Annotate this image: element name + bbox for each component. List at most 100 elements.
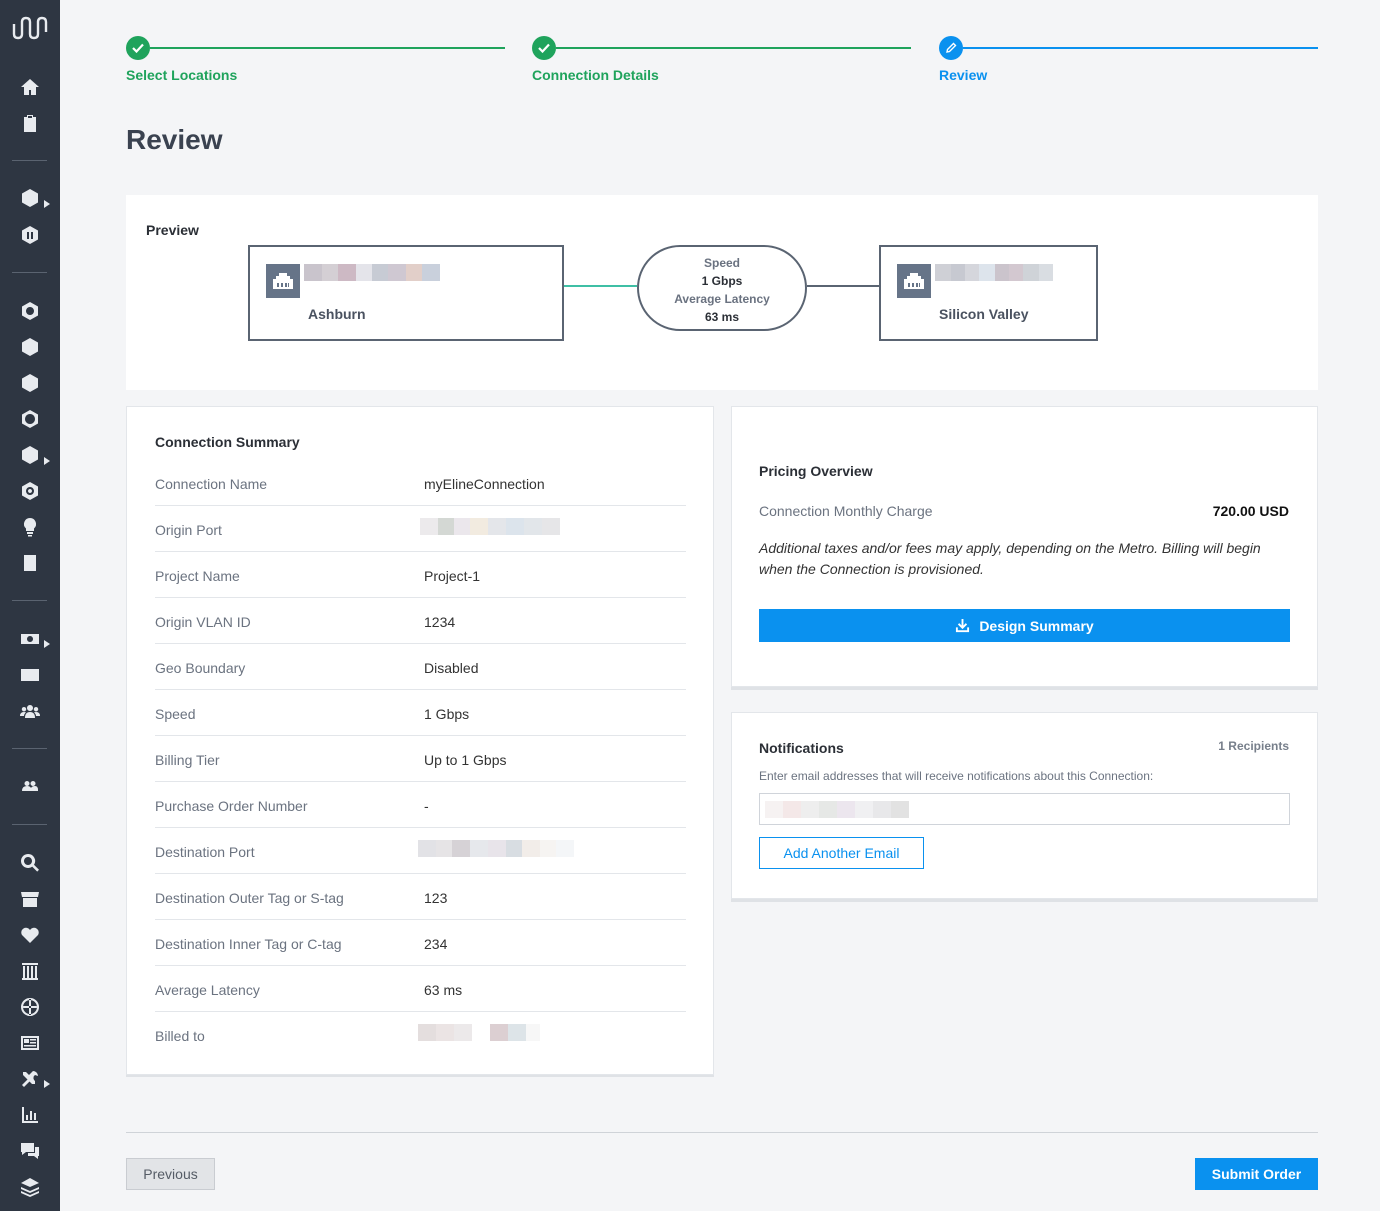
summary-label: Destination Outer Tag or S-tag xyxy=(155,890,344,906)
summary-value: Disabled xyxy=(424,660,479,676)
store-icon[interactable] xyxy=(19,888,41,910)
ethernet-port-icon xyxy=(897,264,931,298)
summary-title: Connection Summary xyxy=(155,434,300,450)
redacted-email xyxy=(765,801,909,818)
datacenter-icon[interactable] xyxy=(19,960,41,982)
origin-location-box: Ashburn xyxy=(248,245,564,341)
globe-icon[interactable] xyxy=(19,996,41,1018)
caret-right-icon[interactable] xyxy=(44,635,50,648)
previous-button[interactable]: Previous xyxy=(126,1158,215,1190)
health-icon[interactable] xyxy=(19,924,41,946)
home-icon[interactable] xyxy=(19,76,41,98)
checkmark-icon xyxy=(126,36,150,60)
hexagon-arrow-icon[interactable] xyxy=(19,336,41,358)
sidebar-divider xyxy=(12,748,47,749)
caret-right-icon[interactable] xyxy=(44,195,50,208)
power-icon[interactable] xyxy=(19,480,41,502)
preview-title: Preview xyxy=(146,222,199,238)
summary-label: Average Latency xyxy=(155,982,260,998)
add-another-email-button[interactable]: Add Another Email xyxy=(759,837,924,869)
summary-value: 63 ms xyxy=(424,982,463,998)
latency-label: Average Latency xyxy=(674,292,770,306)
notifications-help: Enter email addresses that will receive … xyxy=(759,769,1154,783)
report-icon[interactable] xyxy=(19,1104,41,1126)
redacted-value xyxy=(420,518,560,535)
destination-link-line xyxy=(807,285,879,287)
summary-row: Billed to xyxy=(155,1012,686,1058)
hexagon-globe-icon[interactable] xyxy=(19,408,41,430)
summary-value: - xyxy=(424,798,429,814)
summary-label: Geo Boundary xyxy=(155,660,246,676)
sidebar-divider xyxy=(12,160,47,161)
cube-icon[interactable] xyxy=(19,224,41,246)
hexagon-network-icon[interactable] xyxy=(19,300,41,322)
users-icon[interactable] xyxy=(19,700,41,722)
sidebar-divider xyxy=(12,824,47,825)
summary-row: Destination Port xyxy=(155,828,686,874)
step-connector xyxy=(963,47,1318,49)
chat-icon[interactable] xyxy=(19,1140,41,1162)
caret-right-icon[interactable] xyxy=(44,452,50,465)
origin-link-line xyxy=(564,285,637,287)
summary-label: Origin Port xyxy=(155,522,222,538)
summary-row: Billing Tier Up to 1 Gbps xyxy=(155,736,686,782)
summary-value: 123 xyxy=(424,890,448,906)
summary-label: Origin VLAN ID xyxy=(155,614,251,630)
equinix-logo[interactable] xyxy=(12,16,48,42)
summary-value: 234 xyxy=(424,936,448,952)
summary-label: Speed xyxy=(155,706,196,722)
step-label: Connection Details xyxy=(532,67,659,83)
monthly-charge-value: 720.00 USD xyxy=(1212,503,1289,519)
design-summary-label: Design Summary xyxy=(979,617,1094,634)
origin-location-name: Ashburn xyxy=(308,306,366,322)
summary-row: Project Name Project-1 xyxy=(155,552,686,598)
sidebar xyxy=(0,0,60,1211)
summary-value: 1 Gbps xyxy=(424,706,470,722)
redacted-value xyxy=(418,840,574,857)
pricing-overview-card: Pricing Overview Connection Monthly Char… xyxy=(731,406,1318,687)
summary-label: Destination Inner Tag or C-tag xyxy=(155,936,342,952)
billing-icon[interactable] xyxy=(19,628,41,650)
summary-value: Up to 1 Gbps xyxy=(424,752,507,768)
hexagon-lines-icon[interactable] xyxy=(19,372,41,394)
redacted-port-name xyxy=(304,264,440,281)
design-summary-button[interactable]: Design Summary xyxy=(759,609,1290,642)
summary-row: Origin VLAN ID 1234 xyxy=(155,598,686,644)
destination-location-box: Silicon Valley xyxy=(879,245,1098,341)
destination-location-name: Silicon Valley xyxy=(939,306,1029,322)
connection-speed-pill: Speed 1 Gbps Average Latency 63 ms xyxy=(637,245,807,331)
layers-icon[interactable] xyxy=(19,1176,41,1198)
step-label: Review xyxy=(939,67,988,83)
summary-row: Connection Name myElineConnection xyxy=(155,460,686,506)
clipboard-icon[interactable] xyxy=(19,112,41,134)
pencil-icon xyxy=(939,36,963,60)
id-card-icon[interactable] xyxy=(19,664,41,686)
connection-summary-card: Connection Summary Connection Name myEli… xyxy=(126,406,714,1075)
summary-value: Project-1 xyxy=(424,568,481,584)
fabric-icon[interactable] xyxy=(19,187,41,209)
pricing-title: Pricing Overview xyxy=(759,463,873,479)
ethernet-port-icon xyxy=(266,264,300,298)
summary-row: Purchase Order Number - xyxy=(155,782,686,828)
page-title: Review xyxy=(126,124,223,155)
summary-row: Geo Boundary Disabled xyxy=(155,644,686,690)
preview-card: Preview Ashburn Speed 1 Gbps Average Lat… xyxy=(126,195,1318,390)
document-icon[interactable] xyxy=(19,552,41,574)
group-icon[interactable] xyxy=(19,776,41,798)
stack-icon[interactable] xyxy=(19,444,41,466)
lightbulb-icon[interactable] xyxy=(19,516,41,538)
summary-row: Average Latency 63 ms xyxy=(155,966,686,1012)
summary-row: Destination Inner Tag or C-tag 234 xyxy=(155,920,686,966)
email-field[interactable] xyxy=(759,793,1290,825)
summary-label: Connection Name xyxy=(155,476,268,492)
tools-icon[interactable] xyxy=(19,1068,41,1090)
download-icon xyxy=(956,618,970,633)
summary-row: Destination Outer Tag or S-tag 123 xyxy=(155,874,686,920)
notifications-card: Notifications 1 Recipients Enter email a… xyxy=(731,712,1318,899)
summary-row: Speed 1 Gbps xyxy=(155,690,686,736)
step-label: Select Locations xyxy=(126,67,238,83)
caret-right-icon[interactable] xyxy=(44,1075,50,1088)
news-icon[interactable] xyxy=(19,1032,41,1054)
submit-order-button[interactable]: Submit Order xyxy=(1195,1158,1318,1190)
search-icon[interactable] xyxy=(19,852,41,874)
